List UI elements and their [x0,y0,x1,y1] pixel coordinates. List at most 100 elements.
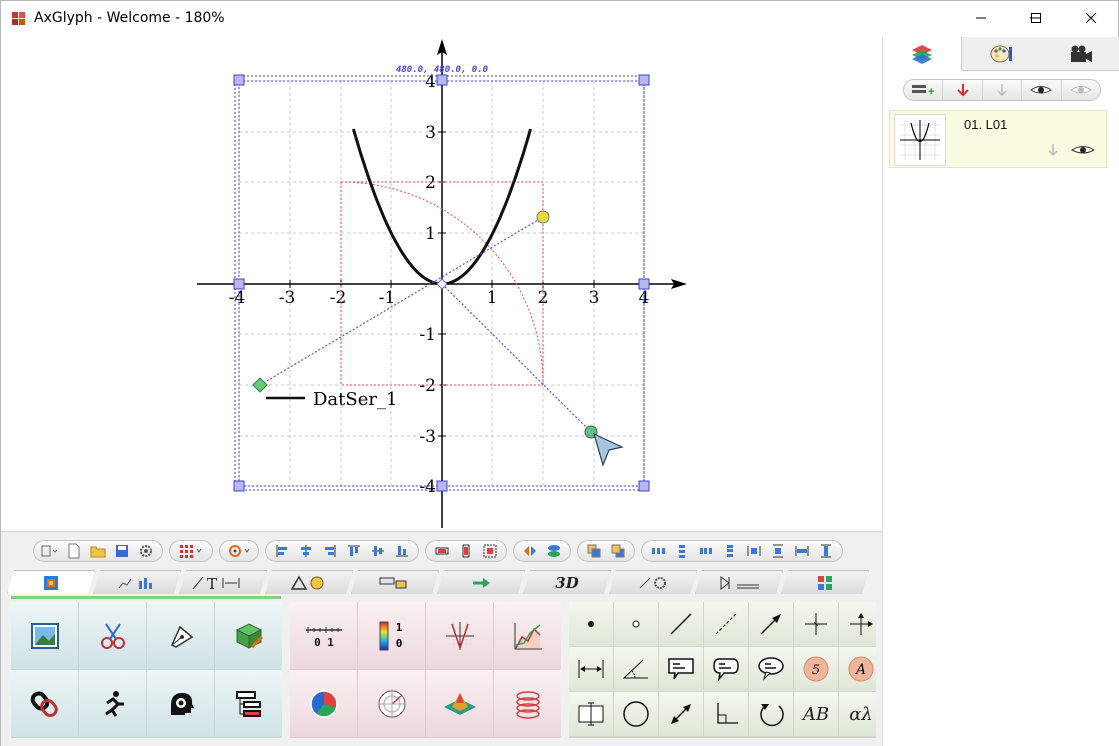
cross-tool-button[interactable] [794,602,838,646]
statistics-chart-button[interactable] [494,602,561,669]
package-edit-button[interactable] [215,602,282,669]
dot-tool-button[interactable] [569,602,613,646]
tab-line-text[interactable]: T [179,570,267,594]
number-badge-button[interactable]: 5 [794,647,838,691]
text-box-button[interactable] [569,692,613,736]
resize-handle[interactable] [638,74,650,86]
double-arrow-button[interactable] [659,692,703,736]
add-layer-button[interactable]: + [904,80,944,100]
tab-tools[interactable] [351,570,439,594]
rotate-button[interactable] [224,541,254,561]
axes-tool-button[interactable] [839,602,876,646]
save-button[interactable] [110,541,134,561]
tab-3d[interactable]: 3D [523,570,611,594]
right-angle-button[interactable] [704,692,748,736]
tab-misc[interactable] [609,570,697,594]
resize-handle[interactable] [233,278,245,290]
link-tool-button[interactable] [11,670,78,737]
space-v-button[interactable] [670,541,694,561]
mind-map-button[interactable] [147,670,214,737]
resize-handle[interactable] [638,278,650,290]
control-line-2[interactable] [441,283,592,433]
center-both-button[interactable] [478,541,502,561]
flip-horizontal-button[interactable] [518,541,542,561]
control-line-1[interactable] [259,216,544,386]
resize-handle[interactable] [436,480,448,492]
move-down-button[interactable] [983,80,1023,100]
circle-tool-button[interactable] [614,692,658,736]
callout-oval-button[interactable] [749,647,793,691]
send-back-button[interactable] [606,541,630,561]
tab-chart[interactable] [93,570,181,594]
align-top-button[interactable] [342,541,366,561]
pen-tool-button[interactable] [147,602,214,669]
surface-plot-button[interactable] [426,670,493,737]
tab-shapes[interactable] [265,570,353,594]
animation-tool-button[interactable] [79,670,146,737]
rotate-arc-button[interactable] [749,692,793,736]
match-height-button[interactable] [766,541,790,561]
eye-icon[interactable] [1070,143,1096,157]
line-tool-button[interactable] [659,602,703,646]
function-plot-button[interactable] [426,602,493,669]
angle-tool-button[interactable] [614,647,658,691]
tab-layers[interactable] [883,37,962,71]
control-point-green-diamond[interactable] [252,377,268,393]
distribute-h-button[interactable] [430,541,454,561]
tab-animation[interactable] [1041,37,1119,71]
hide-layer-button[interactable] [1062,80,1100,100]
tree-tool-button[interactable] [215,670,282,737]
layer-item[interactable]: 01. L01 [889,110,1107,168]
layer-scrollbar[interactable] [1109,73,1118,133]
stretch-height-button[interactable] [814,541,838,561]
polar-chart-button[interactable] [358,670,425,737]
text-tool-button[interactable]: AB [794,692,838,736]
minimize-window-button[interactable] [958,1,1004,35]
number-line-button[interactable]: 0 1 [290,602,357,669]
grid-button[interactable] [174,541,208,561]
dashed-line-tool-button[interactable] [704,602,748,646]
menu-button[interactable] [38,541,62,561]
callout-round-button[interactable] [704,647,748,691]
letter-badge-button[interactable]: A [839,647,876,691]
hollow-dot-tool-button[interactable] [614,602,658,646]
new-file-button[interactable] [62,541,86,561]
color-bar-button[interactable]: 10 [358,602,425,669]
open-button[interactable] [86,541,110,561]
align-left-button[interactable] [270,541,294,561]
resize-handle[interactable] [233,480,245,492]
match-width-button[interactable] [742,541,766,561]
tab-circuit[interactable] [695,570,783,594]
callout-rect-button[interactable] [659,647,703,691]
stretch-width-button[interactable] [790,541,814,561]
insert-image-button[interactable] [11,602,78,669]
resize-handle[interactable] [233,74,245,86]
equal-h-button[interactable] [694,541,718,561]
tab-image[interactable] [7,570,95,594]
flip-vertical-button[interactable] [542,541,566,561]
arrow-tool-button[interactable] [749,602,793,646]
align-center-button[interactable] [294,541,318,561]
space-h-button[interactable] [646,541,670,561]
drawing-canvas[interactable]: -4 -3 -2 -1 1 2 3 4 4 3 2 1 -1 -2 -3 -4 [1,37,882,531]
crop-image-button[interactable] [79,602,146,669]
show-layer-button[interactable] [1022,80,1062,100]
resize-handle[interactable] [638,480,650,492]
align-right-button[interactable] [318,541,342,561]
merge-down-button[interactable] [943,80,983,100]
bring-front-button[interactable] [582,541,606,561]
dimension-tool-button[interactable] [569,647,613,691]
symbol-tool-button[interactable]: αλ [839,692,876,736]
tab-arrow[interactable] [437,570,525,594]
align-bottom-button[interactable] [390,541,414,561]
resize-handle[interactable] [436,74,448,86]
spiral-plot-button[interactable] [494,670,561,737]
settings-button[interactable] [134,541,158,561]
tab-grid[interactable] [781,570,869,594]
pie-chart-button[interactable] [290,670,357,737]
tab-style[interactable] [962,37,1041,71]
close-button[interactable] [1068,1,1114,35]
align-middle-button[interactable] [366,541,390,561]
graph-figure[interactable]: -4 -3 -2 -1 1 2 3 4 4 3 2 1 -1 -2 -3 -4 [1,37,882,531]
arrow-down-icon[interactable] [1046,143,1060,157]
